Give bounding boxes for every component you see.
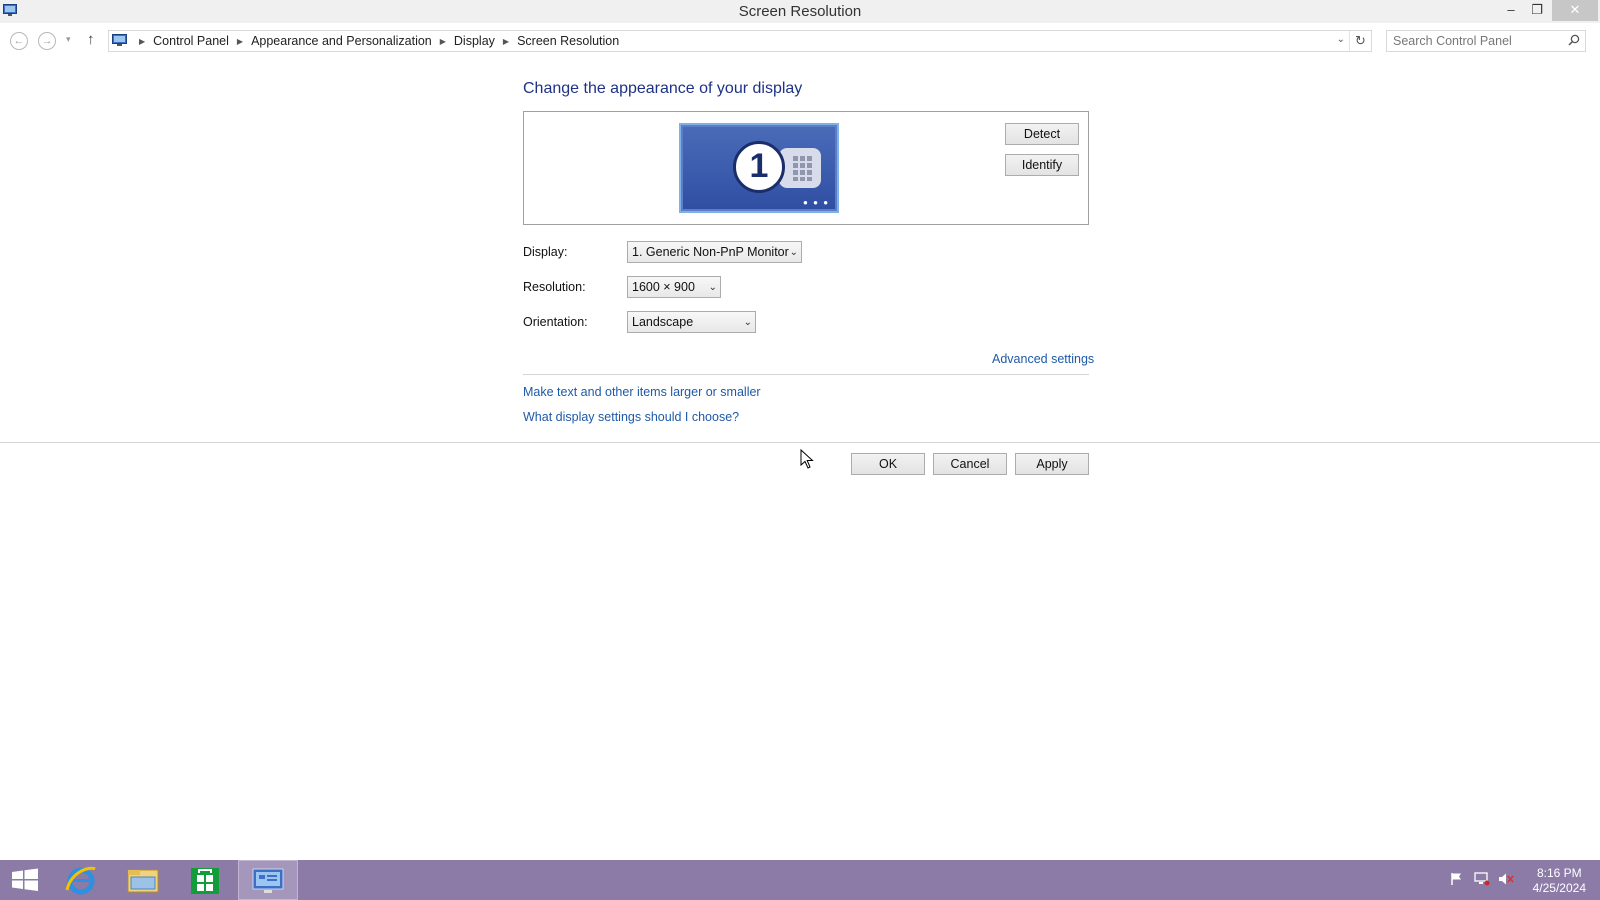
breadcrumb-display[interactable]: Display	[454, 34, 495, 48]
system-clock[interactable]: 8:16 PM 4/25/2024	[1533, 866, 1586, 896]
ok-button[interactable]: OK	[851, 453, 925, 475]
clock-time: 8:16 PM	[1536, 866, 1582, 880]
title-bar: Screen Resolution – ❐ ✕	[0, 0, 1600, 23]
control-panel-icon	[252, 868, 284, 893]
taskbar-internet-explorer[interactable]	[51, 860, 111, 900]
restore-button[interactable]: ❐	[1524, 0, 1550, 21]
display-preview-panel: 1 • • • Detect Identify	[523, 111, 1089, 225]
search-icon[interactable]	[1568, 34, 1580, 46]
display-select-value: 1. Generic Non-PnP Monitor	[632, 245, 789, 259]
address-history-icon[interactable]: ⌄	[1337, 34, 1345, 45]
footer-divider	[0, 442, 1600, 443]
monitor-1-thumbnail[interactable]: 1 • • •	[679, 123, 839, 213]
close-button[interactable]: ✕	[1552, 0, 1598, 21]
breadcrumb-appearance[interactable]: Appearance and Personalization	[251, 34, 432, 48]
display-help-link[interactable]: What display settings should I choose?	[523, 410, 739, 424]
page-title: Change the appearance of your display	[523, 80, 803, 97]
forward-icon[interactable]: →	[38, 32, 56, 50]
minimize-button[interactable]: –	[1498, 0, 1524, 21]
identify-button[interactable]: Identify	[1005, 154, 1079, 176]
chevron-down-icon: ⌄	[789, 247, 798, 258]
control-panel-icon	[112, 34, 127, 46]
orientation-select-value: Landscape	[632, 315, 694, 329]
resolution-label: Resolution:	[523, 280, 586, 294]
display-grid-icon	[779, 148, 821, 188]
chevron-down-icon: ⌄	[708, 282, 717, 293]
resolution-select[interactable]: 1600 × 900 ⌄	[627, 276, 721, 298]
taskbar: 8:16 PM 4/25/2024	[0, 860, 1600, 900]
chevron-down-icon: ⌄	[743, 317, 752, 328]
display-select[interactable]: 1. Generic Non-PnP Monitor ⌄	[627, 241, 802, 263]
taskbar-store[interactable]	[175, 860, 235, 900]
mouse-cursor-icon	[800, 449, 814, 469]
cancel-button[interactable]: Cancel	[933, 453, 1007, 475]
resolution-select-value: 1600 × 900	[632, 280, 695, 294]
breadcrumb-control-panel[interactable]: Control Panel	[153, 34, 229, 48]
refresh-icon[interactable]: ↻	[1349, 31, 1371, 51]
advanced-settings-link[interactable]: Advanced settings	[992, 352, 1094, 366]
breadcrumb-separator-icon[interactable]: ▶	[237, 37, 243, 46]
breadcrumb-separator-icon[interactable]: ▶	[440, 37, 446, 46]
volume-muted-icon[interactable]	[1498, 872, 1514, 886]
flag-icon[interactable]	[1450, 872, 1464, 886]
display-label: Display:	[523, 245, 568, 259]
monitor-number: 1	[733, 141, 785, 193]
taskbar-file-explorer[interactable]	[113, 860, 173, 900]
search-input[interactable]	[1393, 34, 1561, 48]
breadcrumb: ▶ Control Panel ▶ Appearance and Personaliz…	[131, 34, 619, 48]
address-bar[interactable]: ▶ Control Panel ▶ Appearance and Personaliz…	[108, 30, 1372, 52]
internet-explorer-icon	[65, 866, 96, 895]
network-icon[interactable]	[1474, 872, 1490, 886]
recent-locations-icon[interactable]: ▾	[66, 34, 71, 45]
orientation-label: Orientation:	[523, 315, 588, 329]
monitor-dots: • • •	[803, 195, 829, 210]
file-explorer-icon	[127, 869, 159, 893]
breadcrumb-separator-icon[interactable]: ▶	[139, 37, 145, 46]
back-icon[interactable]: ←	[10, 32, 28, 50]
navigation-bar: ← → ▾ ↑ ▶ Control Panel ▶ Appearance and Pe…	[0, 28, 1600, 54]
up-icon[interactable]: ↑	[87, 31, 95, 48]
detect-button[interactable]: Detect	[1005, 123, 1079, 145]
section-divider	[523, 374, 1089, 375]
search-box[interactable]	[1386, 30, 1586, 52]
text-size-link[interactable]: Make text and other items larger or smal…	[523, 385, 761, 399]
taskbar-control-panel[interactable]	[238, 860, 298, 900]
store-icon	[191, 868, 219, 894]
clock-date: 4/25/2024	[1532, 881, 1586, 895]
orientation-select[interactable]: Landscape ⌄	[627, 311, 756, 333]
apply-button[interactable]: Apply	[1015, 453, 1089, 475]
breadcrumb-separator-icon[interactable]: ▶	[503, 37, 509, 46]
breadcrumb-screen-resolution[interactable]: Screen Resolution	[517, 34, 619, 48]
window-title: Screen Resolution	[738, 3, 862, 20]
